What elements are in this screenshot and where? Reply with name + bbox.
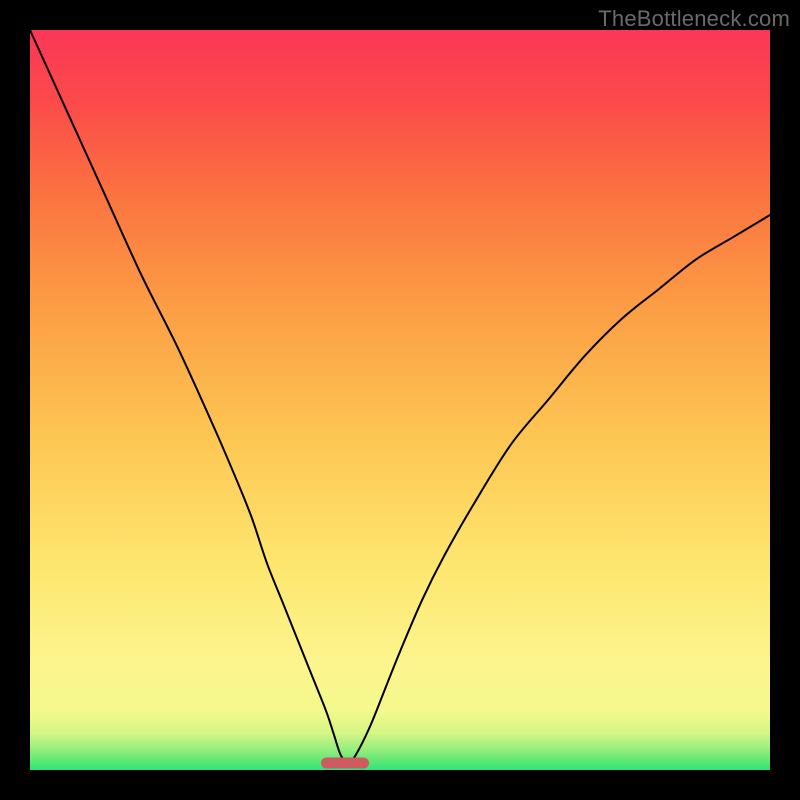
bottleneck-curve xyxy=(30,30,770,770)
chart-frame: TheBottleneck.com xyxy=(0,0,800,800)
optimal-marker xyxy=(321,757,369,768)
curve-path xyxy=(30,30,770,763)
attribution-text: TheBottleneck.com xyxy=(598,6,790,32)
chart-plot-area xyxy=(30,30,770,770)
